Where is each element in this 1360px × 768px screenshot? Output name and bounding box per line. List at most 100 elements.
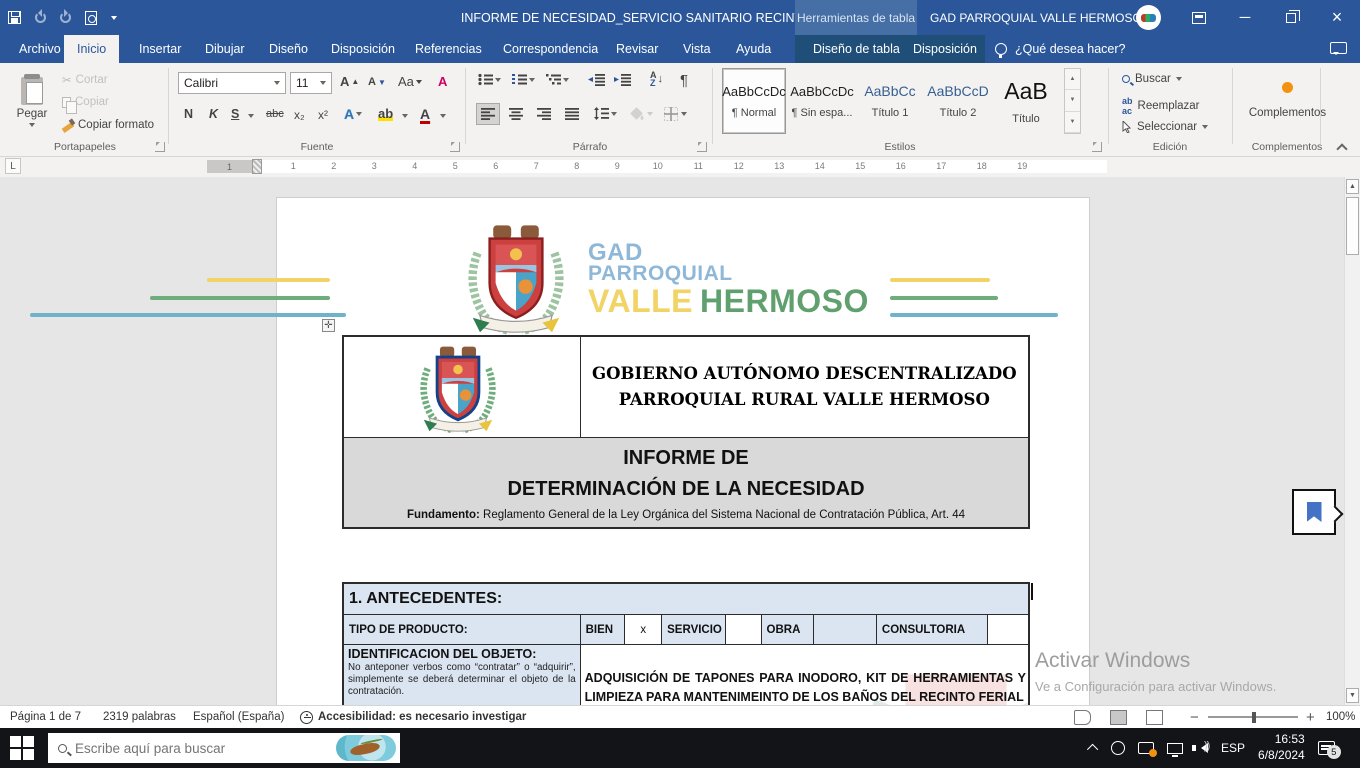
paragraph-dialog-launcher-icon[interactable] <box>697 142 707 152</box>
print-preview-icon[interactable] <box>85 10 97 25</box>
styles-scroll-down-icon[interactable]: ▼ <box>1065 90 1080 112</box>
consultoria-value-cell[interactable] <box>988 615 1028 644</box>
org-name-cell[interactable]: GOBIERNO AUTÓNOMO DESCENTRALIZADO PARROQ… <box>581 337 1028 437</box>
scroll-down-icon[interactable]: ▼ <box>1346 688 1359 703</box>
page-indicator[interactable]: Página 1 de 7 <box>10 706 81 728</box>
minimize-button[interactable]: ─ <box>1222 0 1268 35</box>
tab-dibujar[interactable]: Dibujar <box>192 35 258 63</box>
align-center-button[interactable] <box>504 103 528 125</box>
table-move-handle[interactable]: ✛ <box>322 319 335 332</box>
zoom-level[interactable]: 100% <box>1326 706 1355 728</box>
servicio-value-cell[interactable] <box>726 615 762 644</box>
copy-button[interactable]: Copiar <box>62 96 109 114</box>
tab-referencias[interactable]: Referencias <box>402 35 495 63</box>
zoom-thumb[interactable] <box>1252 711 1256 723</box>
account-name[interactable]: GAD PARROQUIAL VALLE HERMOSO <box>930 0 1142 35</box>
notification-center-icon[interactable]: 5 <box>1317 741 1341 759</box>
font-color-button[interactable]: A <box>420 106 430 122</box>
strikethrough-button[interactable]: abc <box>266 108 284 120</box>
borders-button[interactable] <box>664 107 687 121</box>
underline-chevron-icon[interactable] <box>248 114 254 118</box>
restore-button[interactable] <box>1268 0 1314 35</box>
styles-scroll-up-icon[interactable]: ▲ <box>1065 69 1080 91</box>
tell-me-box[interactable]: ¿Qué desea hacer? <box>995 35 1126 63</box>
tab-vista[interactable]: Vista <box>670 35 724 63</box>
subscript-button[interactable]: x₂ <box>294 108 305 122</box>
tab-correspondencia[interactable]: Correspondencia <box>490 35 611 63</box>
save-icon[interactable] <box>8 11 21 24</box>
keyboard-language[interactable]: ESP <box>1221 741 1245 755</box>
multilevel-list-button[interactable] <box>546 73 569 86</box>
justify-button[interactable] <box>560 103 584 125</box>
tab-diseno-de-tabla[interactable]: Diseño de tabla <box>800 35 913 63</box>
start-button[interactable] <box>10 736 34 760</box>
informe-cell[interactable]: INFORME DE DETERMINACIÓN DE LA NECESIDAD… <box>344 438 1028 527</box>
sort-button[interactable]: A Z ↓ <box>650 71 663 88</box>
crest-cell[interactable] <box>344 337 581 437</box>
style-titulo-1[interactable]: AaBbCc Título 1 <box>858 68 922 134</box>
highlight-color-button[interactable]: ab <box>378 106 393 121</box>
antecedentes-heading-cell[interactable]: 1. ANTECEDENTES: <box>344 584 1028 615</box>
objeto-value-cell[interactable]: ADQUISICIÓN DE TAPONES PARA INODORO, KIT… <box>581 645 1028 705</box>
tab-stop-selector[interactable]: L <box>5 158 21 174</box>
tab-revisar[interactable]: Revisar <box>603 35 671 63</box>
servicio-label-cell[interactable]: SERVICIO <box>662 615 726 644</box>
superscript-button[interactable]: x² <box>318 108 328 122</box>
font-family-select[interactable]: Calibri <box>178 72 286 94</box>
bien-label-cell[interactable]: BIEN <box>580 615 626 644</box>
customize-qat-icon[interactable] <box>111 15 117 20</box>
volume-icon[interactable] <box>1192 740 1209 753</box>
language-indicator[interactable]: Español (España) <box>193 706 284 728</box>
avatar[interactable] <box>1136 5 1161 30</box>
style-titulo-2[interactable]: AaBbCcD Título 2 <box>926 68 990 134</box>
taskbar-search-input[interactable] <box>75 740 305 756</box>
shading-button[interactable] <box>630 107 653 120</box>
cut-button[interactable]: ✂ Cortar <box>62 73 108 87</box>
highlight-chevron-icon[interactable] <box>402 114 408 118</box>
styles-gallery-more-icon[interactable]: ▼ <box>1065 112 1080 133</box>
zoom-slider[interactable] <box>1208 706 1298 728</box>
replace-button[interactable]: ab ac Reemplazar <box>1122 96 1200 116</box>
align-right-button[interactable] <box>532 103 556 125</box>
zoom-out-button[interactable]: − <box>1190 706 1199 728</box>
italic-button[interactable]: K <box>209 107 218 121</box>
read-mode-button[interactable] <box>1074 706 1091 728</box>
style-sin-espaciado[interactable]: AaBbCcDc ¶ Sin espa... <box>790 68 854 134</box>
tab-disposicion-tabla[interactable]: Disposición <box>900 35 990 63</box>
scroll-up-icon[interactable]: ▲ <box>1346 179 1359 194</box>
ribbon-display-options-button[interactable] <box>1176 0 1222 35</box>
bookmark-indicator[interactable] <box>1292 489 1336 535</box>
vertical-scrollbar[interactable]: ▲ ▼ <box>1344 177 1360 705</box>
text-effects-button[interactable]: A <box>344 106 363 122</box>
comments-icon[interactable] <box>1330 42 1347 55</box>
shrink-font-button[interactable]: A ▼ <box>368 76 386 88</box>
word-count[interactable]: 2319 palabras <box>103 706 176 728</box>
clipboard-dialog-launcher-icon[interactable] <box>155 142 165 152</box>
numbering-button[interactable] <box>512 73 535 86</box>
search-highlight-image[interactable] <box>336 735 396 761</box>
styles-dialog-launcher-icon[interactable] <box>1092 142 1102 152</box>
clock[interactable]: 16:53 6/8/2024 <box>1258 732 1305 763</box>
bullets-button[interactable] <box>478 73 501 86</box>
zoom-in-button[interactable]: + <box>1306 706 1315 728</box>
tab-ayuda[interactable]: Ayuda <box>723 35 784 63</box>
increase-indent-button[interactable] <box>614 73 631 86</box>
scrollbar-thumb[interactable] <box>1346 197 1359 255</box>
taskbar-search-box[interactable] <box>48 733 400 763</box>
tab-disposicion[interactable]: Disposición <box>318 35 408 63</box>
tipo-producto-label-cell[interactable]: TIPO DE PRODUCTO: <box>344 615 581 644</box>
redo-icon[interactable] <box>60 9 71 23</box>
tray-update-icon[interactable] <box>1138 742 1157 757</box>
objeto-label-cell[interactable]: IDENTIFICACION DEL OBJETO: No anteponer … <box>344 645 581 705</box>
accessibility-status[interactable]: Accesibilidad: es necesario investigar <box>300 706 526 728</box>
paste-button[interactable]: Pegar <box>10 68 54 136</box>
tab-insertar[interactable]: Insertar <box>126 35 194 63</box>
web-layout-button[interactable] <box>1146 706 1163 728</box>
undo-icon[interactable] <box>35 9 46 23</box>
underline-button[interactable]: S <box>231 107 239 121</box>
decrease-indent-button[interactable] <box>588 73 605 86</box>
bold-button[interactable]: N <box>184 107 193 121</box>
obra-value-cell[interactable] <box>814 615 877 644</box>
bien-value-cell[interactable]: x <box>625 615 663 644</box>
network-icon[interactable] <box>1167 742 1183 757</box>
